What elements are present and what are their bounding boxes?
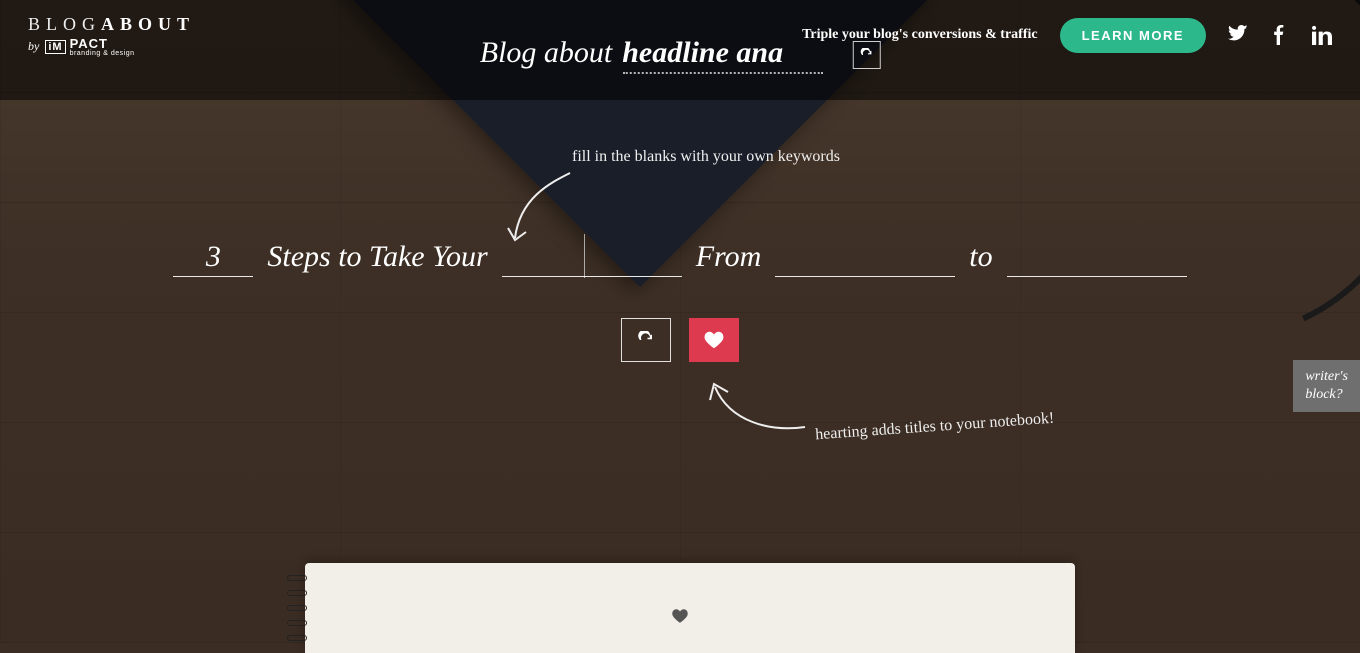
hero-line: Blog about (480, 36, 881, 74)
topic-refresh-button[interactable] (852, 41, 880, 69)
learn-more-button[interactable]: LEARN MORE (1060, 18, 1206, 53)
impact-tagline: branding & design (70, 50, 135, 57)
regenerate-button[interactable] (621, 318, 671, 362)
twitter-icon[interactable] (1228, 25, 1248, 45)
headline-part2: From (696, 240, 762, 274)
logo-part1: BLOG (28, 14, 101, 34)
headline-template-row: Steps to Take Your From to (0, 240, 1360, 277)
hint-fill-blanks: fill in the blanks with your own keyword… (572, 148, 840, 166)
headline-blank3-input[interactable] (1007, 240, 1187, 277)
logo-part2: ABOUT (101, 14, 195, 34)
hero-prefix: Blog about (480, 36, 613, 70)
notebook-page (305, 563, 1075, 653)
heart-icon (703, 329, 725, 351)
refresh-icon (859, 48, 873, 62)
headline-part1: Steps to Take Your (267, 240, 487, 274)
arrow-top (500, 168, 590, 253)
linkedin-icon[interactable] (1312, 25, 1332, 45)
impact-m-icon: iM (45, 40, 65, 54)
impact-credit: by iM PACT branding & design (28, 37, 135, 57)
topic-input[interactable] (622, 36, 822, 74)
heart-button[interactable] (689, 318, 739, 362)
facebook-icon[interactable] (1270, 25, 1290, 45)
headline-number-input[interactable] (173, 240, 253, 277)
by-label: by (28, 39, 39, 54)
writers-block-tab[interactable]: writer's block? (1293, 360, 1360, 412)
action-row (621, 318, 739, 362)
notebook-heart-icon (671, 607, 689, 630)
header-right: Triple your blog's conversions & traffic… (802, 18, 1332, 53)
notebook-rings (287, 571, 313, 645)
headline-part3: to (969, 240, 992, 274)
impact-logo: iM PACT branding & design (45, 37, 134, 57)
writers-block-line1: writer's (1305, 368, 1348, 386)
logo[interactable]: BLOGABOUT by iM PACT branding & design (28, 14, 195, 57)
arrow-bottom (700, 372, 810, 447)
logo-text: BLOGABOUT (28, 14, 195, 35)
writers-block-line2: block? (1305, 386, 1348, 404)
notebook[interactable] (285, 563, 1075, 653)
refresh-icon (637, 331, 655, 349)
impact-brand: PACT (70, 37, 135, 50)
headline-blank2-input[interactable] (775, 240, 955, 277)
